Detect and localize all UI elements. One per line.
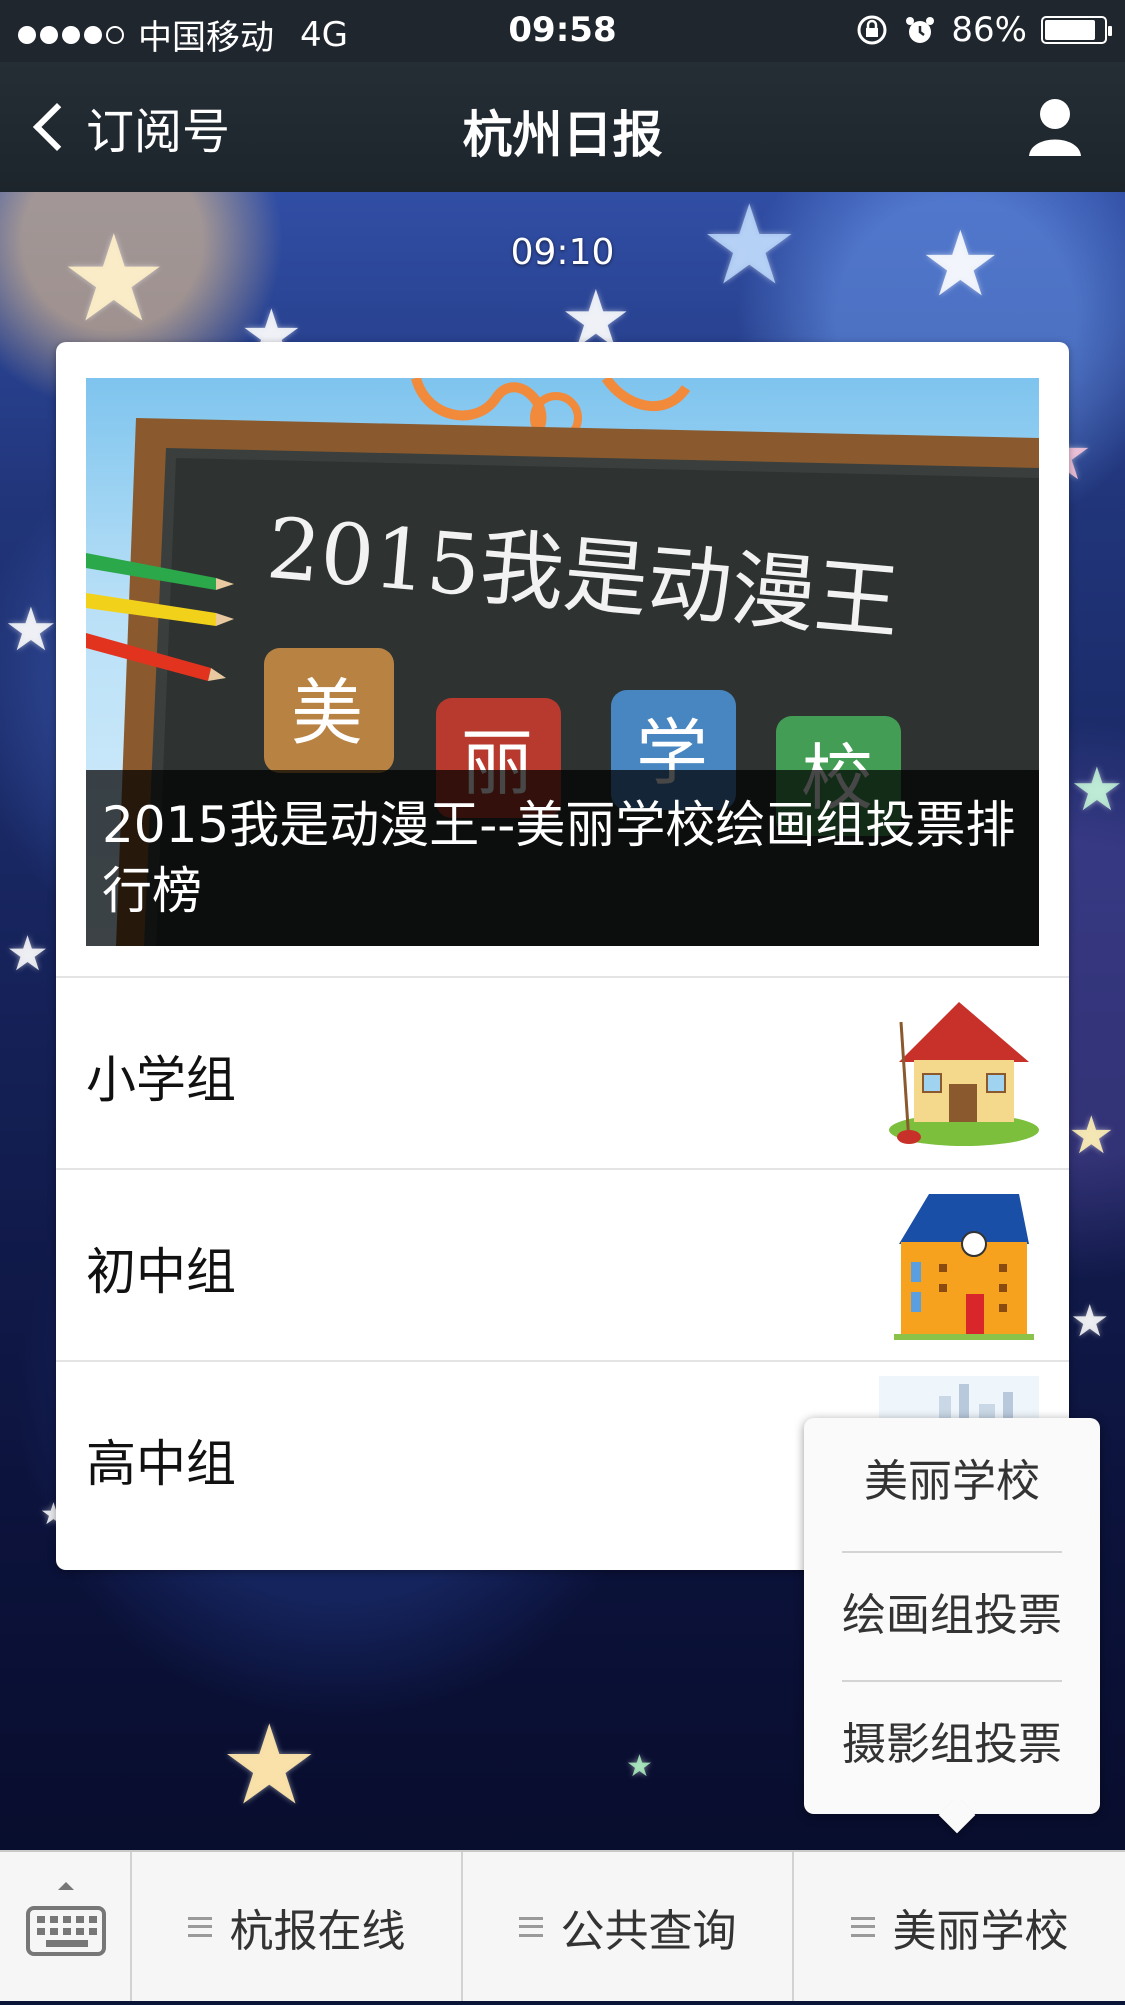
school-building-thumbnail	[879, 1184, 1039, 1344]
popup-item-painting-vote[interactable]: 绘画组投票	[804, 1552, 1100, 1680]
article-card: 2015我是动漫王 美 丽 学 校 2015我是动漫王--美丽学校绘画组投票排行…	[56, 342, 1069, 1570]
profile-icon[interactable]	[1025, 96, 1085, 158]
battery-fill	[1045, 20, 1095, 40]
rotation-lock-icon	[857, 15, 887, 45]
keyboard-icon	[26, 1882, 106, 1956]
popup-item-beautiful-school[interactable]: 美丽学校	[804, 1418, 1100, 1546]
bottom-menu-bar: 杭报在线 公共查询 美丽学校	[0, 1850, 1125, 2001]
list-item-label: 高中组	[86, 1435, 236, 1493]
cover-art-char-1: 美	[291, 671, 363, 755]
menu-lines-icon	[518, 1916, 543, 1937]
popup-menu: 美丽学校 绘画组投票 摄影组投票	[804, 1418, 1100, 1814]
message-timestamp: 09:10	[510, 232, 615, 273]
star-decoration: ★	[1070, 755, 1124, 825]
tab-label: 杭报在线	[229, 1905, 406, 1957]
star-decoration: ★	[4, 595, 58, 665]
status-right: 86%	[855, 10, 1112, 50]
alarm-icon	[906, 17, 935, 43]
list-item-primary[interactable]: 小学组	[56, 976, 1069, 1168]
star-decoration: ★	[1068, 1106, 1115, 1166]
popup-item-photography-vote[interactable]: 摄影组投票	[804, 1681, 1100, 1809]
tab-label: 公共查询	[560, 1905, 737, 1957]
nav-bar: 订阅号 杭州日报	[0, 62, 1125, 192]
tab-hangbao-online[interactable]: 杭报在线	[132, 1852, 463, 2001]
house-thumbnail	[879, 992, 1039, 1152]
cover-title: 2015我是动漫王--美丽学校绘画组投票排行榜	[86, 770, 1039, 946]
battery-icon	[1041, 16, 1112, 44]
star-decoration: ★	[6, 926, 50, 982]
tab-public-query[interactable]: 公共查询	[463, 1852, 794, 2001]
menu-lines-icon	[187, 1916, 212, 1937]
page-title: 杭州日报	[462, 106, 663, 164]
battery-percent: 86%	[951, 10, 1027, 50]
star-decoration: ★	[1070, 1296, 1110, 1347]
list-item-label: 初中组	[86, 1243, 236, 1301]
star-decoration: ★	[626, 1749, 653, 1784]
menu-lines-icon	[850, 1916, 875, 1937]
cover-article[interactable]: 2015我是动漫王 美 丽 学 校 2015我是动漫王--美丽学校绘画组投票排行…	[86, 378, 1039, 946]
list-item-middle[interactable]: 初中组	[56, 1168, 1069, 1360]
keyboard-toggle-button[interactable]	[0, 1852, 132, 2001]
tab-label: 美丽学校	[892, 1905, 1069, 1957]
status-bar: 中国移动 4G 09:58 86%	[0, 0, 1125, 62]
star-decoration: ★	[220, 1701, 319, 1829]
tab-beautiful-school[interactable]: 美丽学校	[794, 1852, 1125, 2001]
list-item-label: 小学组	[86, 1051, 236, 1109]
